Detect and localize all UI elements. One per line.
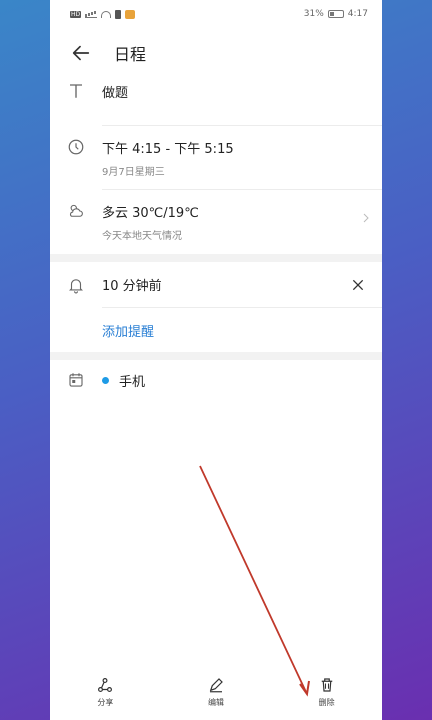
- wifi-icon: [101, 10, 112, 18]
- bell-icon: [66, 276, 86, 294]
- back-arrow-icon: [72, 45, 90, 61]
- section-divider: [50, 254, 382, 262]
- battery-icon: [327, 10, 344, 18]
- calendar-name: 手机: [119, 374, 146, 390]
- bottom-toolbar: 分享 编辑 删除: [50, 672, 382, 712]
- edit-button[interactable]: 编辑: [207, 676, 225, 708]
- sim-icon: [115, 9, 122, 19]
- add-reminder-row[interactable]: 添加提醒: [50, 308, 382, 352]
- section-divider-2: [50, 352, 382, 360]
- status-bar: HD 31% 4:17: [50, 0, 382, 28]
- share-label: 分享: [97, 698, 114, 707]
- trash-icon: [321, 678, 332, 692]
- close-icon[interactable]: [350, 277, 366, 293]
- weather-note: 今天本地天气情况: [102, 231, 182, 242]
- signal-icon: [85, 11, 98, 18]
- delete-button[interactable]: 删除: [318, 676, 336, 708]
- clock: 4:17: [347, 9, 368, 19]
- add-reminder-cell: 添加提醒: [102, 321, 382, 340]
- phone-screen: HD 31% 4:17 日程 做题 下午 4:15 - 下午 5:15 9月7日…: [50, 0, 382, 720]
- event-date: 9月7日星期三: [102, 167, 165, 178]
- weather-summary: 多云 30℃/19℃: [102, 206, 199, 221]
- partly-cloudy-icon: [66, 202, 86, 220]
- edit-icon: [209, 678, 223, 693]
- event-title-row[interactable]: 做题: [50, 78, 382, 126]
- event-time-row[interactable]: 下午 4:15 - 下午 5:15 9月7日星期三: [50, 126, 382, 190]
- event-time-cell: 下午 4:15 - 下午 5:15 9月7日星期三: [102, 138, 382, 190]
- weather-cell: 多云 30℃/19℃ 今天本地天气情况: [102, 202, 382, 242]
- edit-label: 编辑: [207, 698, 224, 707]
- page-title: 日程: [114, 45, 147, 64]
- status-icons-right: 31% 4:17: [304, 9, 368, 19]
- add-reminder-link[interactable]: 添加提醒: [102, 325, 154, 340]
- status-icons-left: HD: [70, 9, 136, 19]
- calendar-color-dot: [102, 376, 109, 384]
- network-type-badge: HD: [70, 10, 82, 18]
- back-button[interactable]: [70, 42, 92, 64]
- notification-icon: [125, 9, 136, 19]
- title-bar: 日程: [50, 28, 382, 78]
- text-icon: [66, 82, 86, 100]
- share-button[interactable]: 分享: [96, 676, 114, 708]
- calendar-icon: [66, 371, 86, 389]
- delete-label: 删除: [318, 698, 335, 707]
- event-title-cell: 做题: [102, 82, 382, 126]
- weather-row[interactable]: 多云 30℃/19℃ 今天本地天气情况: [50, 190, 382, 254]
- reminder-row[interactable]: 10 分钟前: [50, 262, 382, 308]
- event-time-range: 下午 4:15 - 下午 5:15: [102, 142, 234, 157]
- share-icon: [98, 678, 113, 692]
- calendar-cell: 手机: [102, 371, 382, 390]
- reminder-label: 10 分钟前: [102, 279, 162, 294]
- chevron-right-icon: [363, 213, 369, 223]
- clock-icon: [66, 138, 86, 156]
- reminder-cell: 10 分钟前: [102, 262, 382, 308]
- calendar-row[interactable]: 手机: [50, 360, 382, 400]
- event-title: 做题: [102, 86, 129, 101]
- battery-percent: 31%: [303, 9, 324, 19]
